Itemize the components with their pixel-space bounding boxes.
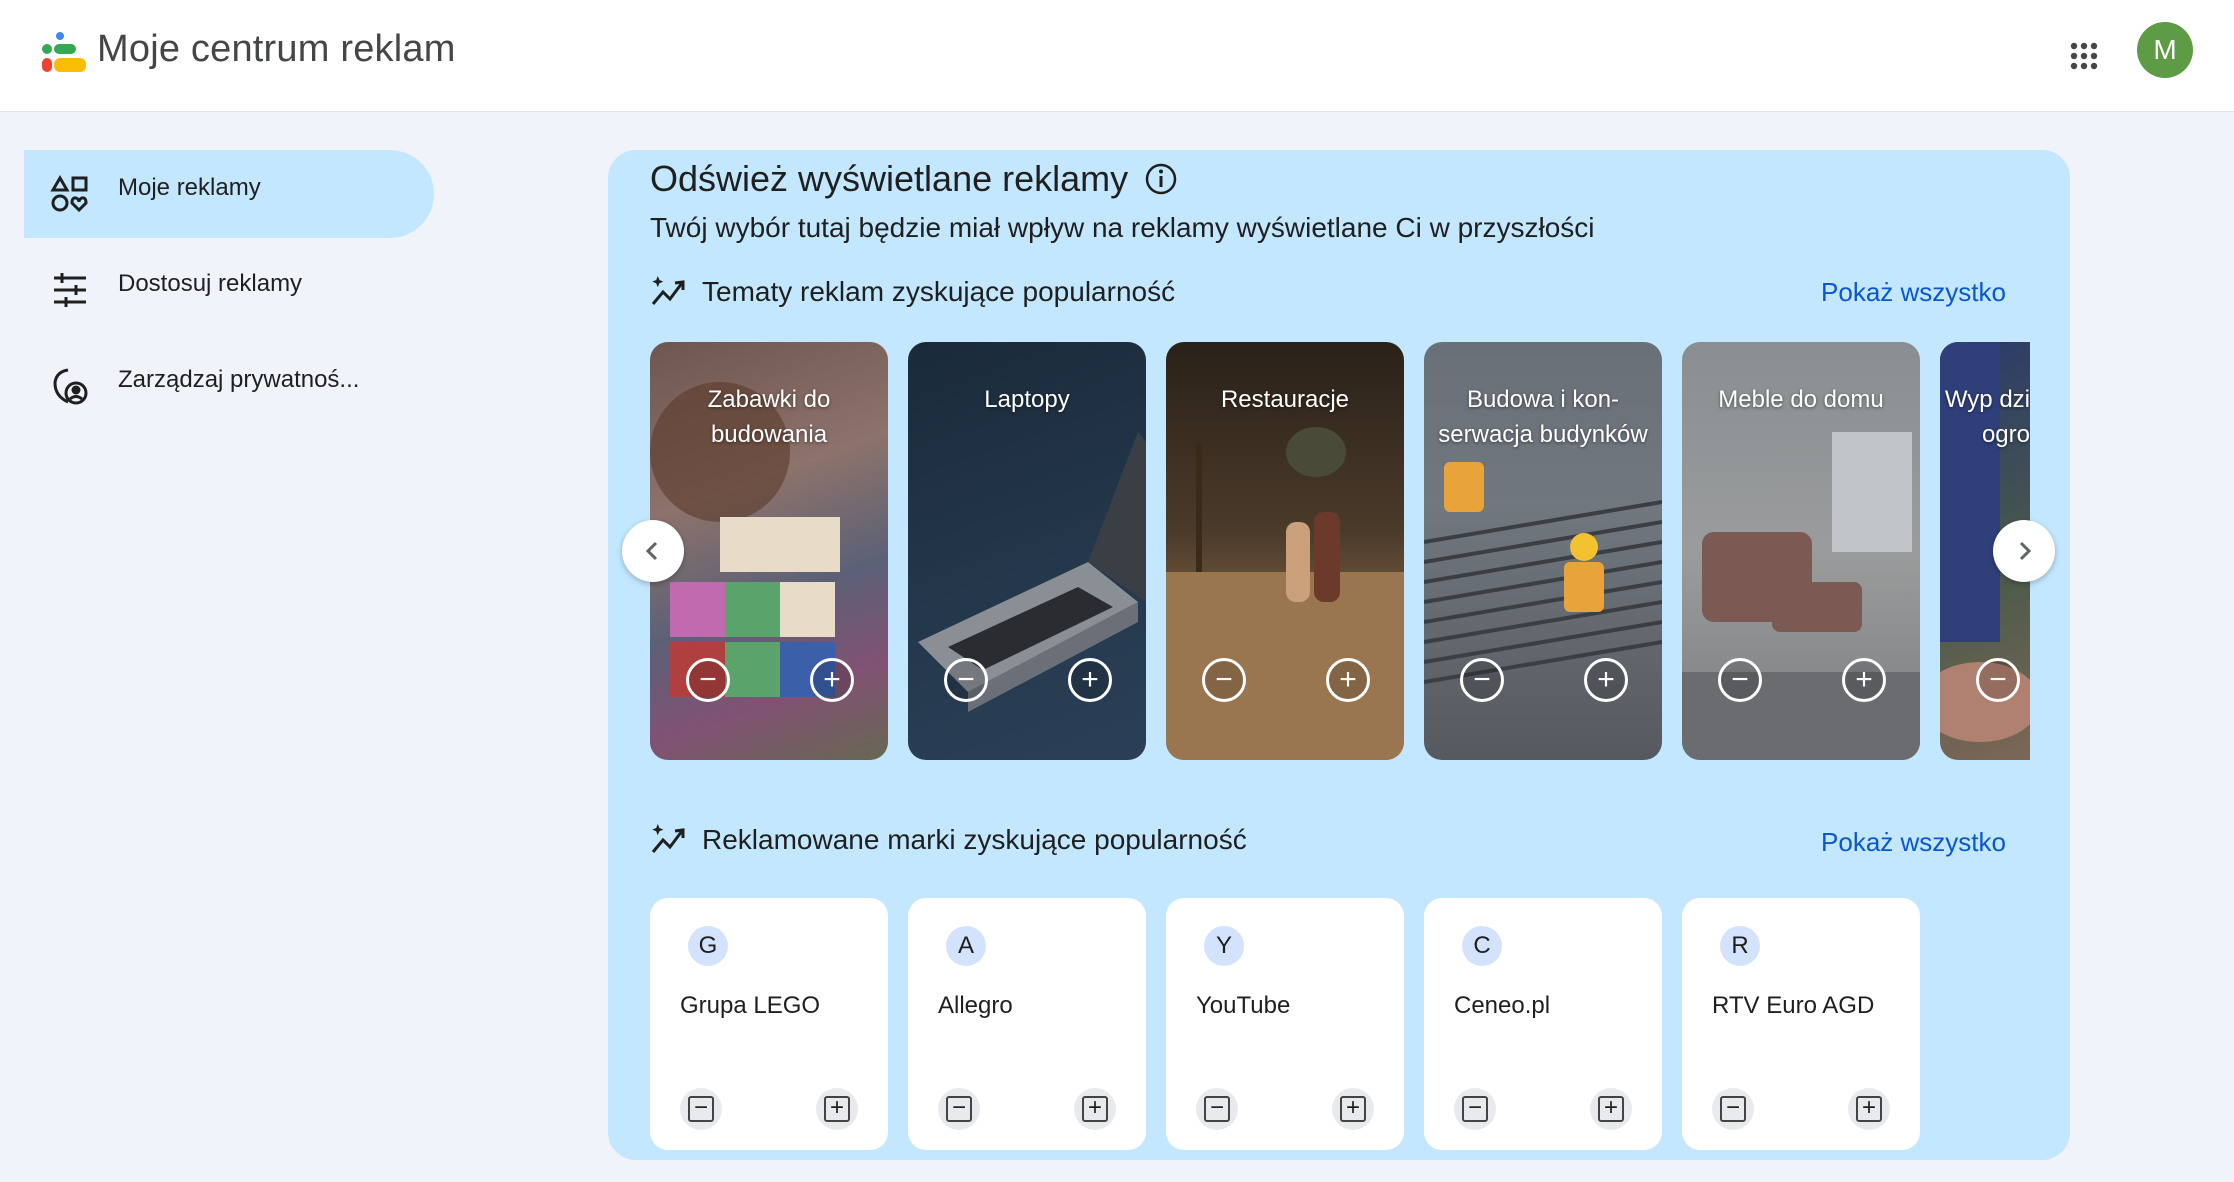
carousel-prev-button[interactable] — [622, 520, 684, 582]
account-avatar[interactable]: M — [2137, 22, 2193, 78]
dislike-topic-button[interactable]: − — [1718, 658, 1762, 702]
trending-icon — [650, 820, 690, 860]
brand-name: Ceneo.pl — [1454, 992, 1551, 1019]
minus-icon: − — [946, 1096, 972, 1122]
plus-icon: + — [1340, 1096, 1366, 1122]
my-ads-icon — [50, 174, 90, 214]
brand-card[interactable]: A Allegro − + — [908, 898, 1146, 1150]
dislike-topic-button[interactable]: − — [686, 658, 730, 702]
brands-show-all-link[interactable]: Pokaż wszystko — [1821, 827, 2006, 858]
like-brand-button[interactable]: + — [1590, 1088, 1632, 1130]
my-ad-center-logo-icon[interactable] — [38, 30, 90, 82]
app-title: Moje centrum reklam — [97, 28, 456, 70]
brand-name: Allegro — [938, 992, 1013, 1019]
apps-grid-icon[interactable] — [2058, 30, 2110, 82]
topics-carousel: Zabawki do budowania − + Laptopy − + Res… — [650, 342, 2030, 762]
sidebar-item-label: Zarządzaj prywatnoś... — [118, 366, 360, 393]
brand-card[interactable]: G Grupa LEGO − + — [650, 898, 888, 1150]
topic-label: Meble do domu — [1718, 386, 1884, 413]
brand-avatar: A — [946, 926, 986, 966]
like-brand-button[interactable]: + — [1848, 1088, 1890, 1130]
dislike-brand-button[interactable]: − — [1196, 1088, 1238, 1130]
sidebar-item-label: Dostosuj reklamy — [118, 270, 303, 297]
sidebar-item-label: Moje reklamy — [118, 174, 261, 201]
topic-card[interactable]: Laptopy − + — [908, 342, 1146, 760]
dislike-brand-button[interactable]: − — [1712, 1088, 1754, 1130]
topic-label: Budowa i kon-serwacja budynków — [1438, 386, 1648, 448]
sidebar-item-customize-ads[interactable]: Dostosuj reklamy — [24, 246, 434, 334]
section-title: Odśwież wyświetlane reklamy — [650, 158, 1178, 200]
plus-icon: + — [1082, 1096, 1108, 1122]
topic-card[interactable]: Restauracje − + — [1166, 342, 1404, 760]
page-title: Odśwież wyświetlane reklamy — [650, 158, 1129, 199]
trending-icon — [650, 272, 690, 312]
like-brand-button[interactable]: + — [1074, 1088, 1116, 1130]
tune-icon — [50, 270, 90, 310]
topic-label: Wyp dzi ogro — [1944, 386, 2030, 448]
brand-name: Grupa LEGO — [680, 992, 821, 1019]
like-topic-button[interactable]: + — [810, 658, 854, 702]
topic-label: Restauracje — [1220, 386, 1350, 413]
brands-heading-label: Reklamowane marki zyskujące popularność — [702, 824, 1247, 855]
privacy-icon — [50, 366, 90, 406]
topic-label: Laptopy — [984, 386, 1070, 413]
dislike-topic-button[interactable]: − — [1976, 658, 2020, 702]
top-app-bar: Moje centrum reklam M — [0, 0, 2234, 112]
brand-card[interactable]: C Ceneo.pl − + — [1424, 898, 1662, 1150]
topic-card[interactable]: Meble do domu − + — [1682, 342, 1920, 760]
minus-icon: − — [688, 1096, 714, 1122]
sidebar-item-privacy[interactable]: Zarządzaj prywatnoś... — [24, 342, 434, 430]
brand-avatar: R — [1720, 926, 1760, 966]
like-brand-button[interactable]: + — [816, 1088, 858, 1130]
brand-avatar: C — [1462, 926, 1502, 966]
like-topic-button[interactable]: + — [1584, 658, 1628, 702]
info-icon[interactable] — [1144, 162, 1178, 196]
brand-avatar: G — [688, 926, 728, 966]
brand-card[interactable]: R RTV Euro AGD − + — [1682, 898, 1920, 1150]
like-topic-button[interactable]: + — [1842, 658, 1886, 702]
topic-label: Zabawki do budowania — [707, 386, 831, 448]
brand-card[interactable]: Y YouTube − + — [1166, 898, 1404, 1150]
refresh-ads-section: Odśwież wyświetlane reklamy Twój wybór t… — [608, 150, 2070, 1160]
brand-avatar: Y — [1204, 926, 1244, 966]
like-topic-button[interactable]: + — [1068, 658, 1112, 702]
minus-icon: − — [1462, 1096, 1488, 1122]
chevron-right-icon — [2019, 541, 2032, 561]
brand-name: RTV Euro AGD — [1712, 992, 1875, 1019]
brand-name: YouTube — [1196, 992, 1291, 1019]
plus-icon: + — [824, 1096, 850, 1122]
carousel-next-button[interactable] — [1993, 520, 2055, 582]
like-brand-button[interactable]: + — [1332, 1088, 1374, 1130]
topic-card[interactable]: Budowa i kon-serwacja budynków − + — [1424, 342, 1662, 760]
dislike-topic-button[interactable]: − — [1460, 658, 1504, 702]
chevron-left-icon — [645, 541, 658, 561]
brands-carousel: G Grupa LEGO − + A Allegro − + Y YouTube… — [650, 898, 2030, 1152]
plus-icon: + — [1598, 1096, 1624, 1122]
like-topic-button[interactable]: + — [1326, 658, 1370, 702]
topics-heading-label: Tematy reklam zyskujące popularność — [702, 276, 1176, 307]
brands-heading: Reklamowane marki zyskujące popularność — [650, 820, 1247, 860]
minus-icon: − — [1204, 1096, 1230, 1122]
sidebar-item-my-ads[interactable]: Moje reklamy — [24, 150, 434, 238]
dislike-brand-button[interactable]: − — [680, 1088, 722, 1130]
topics-show-all-link[interactable]: Pokaż wszystko — [1821, 277, 2006, 308]
section-subtitle: Twój wybór tutaj będzie miał wpływ na re… — [650, 212, 1595, 243]
plus-icon: + — [1856, 1096, 1882, 1122]
minus-icon: − — [1720, 1096, 1746, 1122]
main-panel: Odśwież wyświetlane reklamy Twój wybór t… — [608, 150, 2070, 1160]
dislike-brand-button[interactable]: − — [1454, 1088, 1496, 1130]
dislike-topic-button[interactable]: − — [1202, 658, 1246, 702]
topic-card[interactable]: Zabawki do budowania − + — [650, 342, 888, 760]
topics-heading: Tematy reklam zyskujące popularność — [650, 272, 1175, 312]
dislike-topic-button[interactable]: − — [944, 658, 988, 702]
dislike-brand-button[interactable]: − — [938, 1088, 980, 1130]
